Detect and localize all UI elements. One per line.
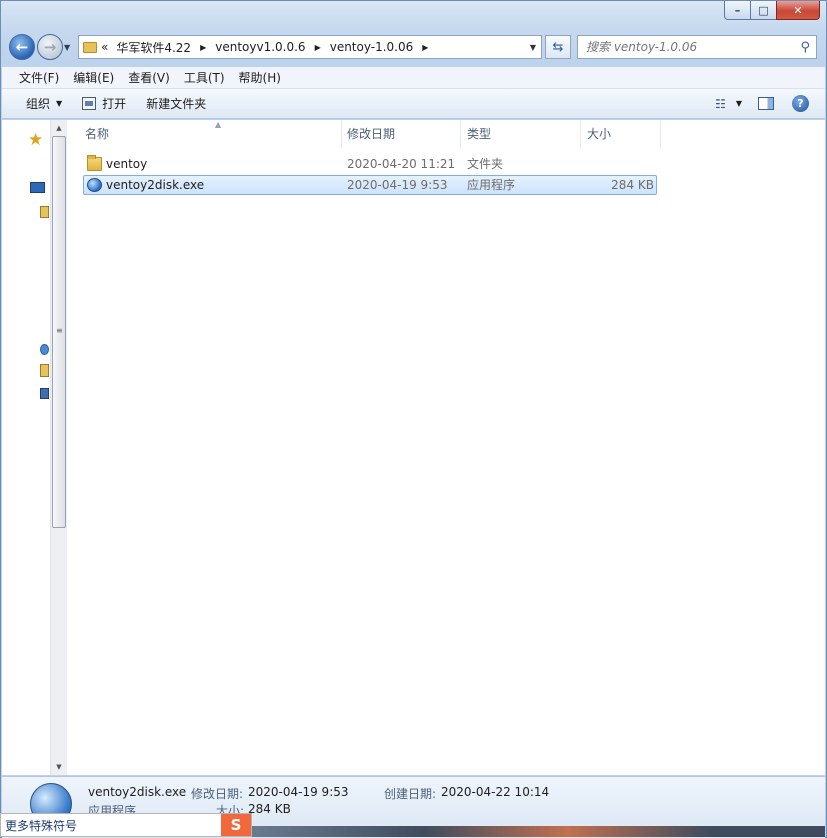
file-list-pane: ▲ 名称 修改日期 类型 大小 ventoy 2020-04-20 11:21 … [67,120,825,775]
library-icon[interactable] [40,206,49,218]
command-bar-right: ☷ ▼ ? [715,95,825,112]
navigation-row: ← → ▼ « 华军软件4.22 ▶ ventoyv1.0.0.6 ▶ vent… [9,31,818,63]
refresh-button[interactable]: ⇆ [545,35,571,59]
new-folder-button[interactable]: 新建文件夹 [138,95,218,112]
navigation-scrollbar[interactable]: ▲ ≡ ▼ [50,120,67,775]
scrollbar-thumb[interactable]: ≡ [52,136,66,528]
file-date: 2020-04-20 11:21 [347,157,456,171]
computer-icon[interactable] [40,388,49,399]
organize-button[interactable]: 组织 ▼ [18,95,74,112]
breadcrumb-item[interactable]: ventoyv1.0.0.6 [211,36,309,58]
maximize-button[interactable]: □ [750,1,776,20]
menu-view[interactable]: 查看(V) [121,69,177,86]
column-name-label: 名称 [85,127,110,141]
help-icon[interactable]: ? [792,95,809,112]
column-headers: ▲ 名称 修改日期 类型 大小 [67,120,825,148]
menu-edit[interactable]: 编辑(E) [66,69,121,86]
menu-file[interactable]: 文件(F) [12,69,66,86]
open-icon [82,97,97,110]
change-view-icon[interactable]: ☷ [715,97,726,111]
forward-button[interactable]: → [37,34,63,60]
desktop-icon[interactable] [30,182,45,193]
scroll-up-icon[interactable]: ▲ [51,120,67,136]
file-date: 2020-04-19 9:53 [347,178,448,192]
taskbar-strip [252,826,825,837]
details-size-value: 284 KB [248,802,291,816]
breadcrumb-overflow[interactable]: « [97,36,112,58]
favorites-star-icon[interactable]: ★ [28,130,43,150]
breadcrumb-separator-icon[interactable]: ▶ [195,43,211,52]
folder-icon [83,41,97,53]
details-created-value: 2020-04-22 10:14 [441,785,550,799]
sort-ascending-icon: ▲ [215,120,222,129]
column-date-label: 修改日期 [347,127,396,141]
column-type-label: 类型 [467,127,492,141]
column-size-label: 大小 [587,127,612,141]
navigation-pane: ★ ▲ ≡ ▼ [2,120,67,775]
details-file-name: ventoy2disk.exe [88,785,187,799]
breadcrumb-item[interactable]: ventoy-1.0.06 [326,36,418,58]
column-header-size[interactable]: 大小 [581,120,661,148]
details-modified-label: 修改日期: [191,787,244,801]
sogou-logo-icon[interactable]: S [221,814,251,836]
caption-buttons: – □ ✕ [724,1,820,21]
command-bar: 组织 ▼ 打开 新建文件夹 ☷ ▼ ? [2,89,825,119]
open-label: 打开 [102,97,127,111]
file-row-ventoy[interactable]: ventoy 2020-04-20 11:21 文件夹 [83,154,657,174]
application-icon [87,178,102,192]
breadcrumb-separator-icon[interactable]: ▶ [417,43,433,52]
breadcrumb-item[interactable]: 华军软件4.22 [112,36,195,58]
menu-help[interactable]: 帮助(H) [232,69,288,86]
file-name: ventoy2disk.exe [106,178,205,192]
back-button[interactable]: ← [9,34,35,60]
grip-icon: ≡ [56,326,63,335]
details-modified-value: 2020-04-19 9:53 [248,785,349,799]
view-options-dropdown-icon[interactable]: ▼ [736,99,742,108]
search-icon[interactable]: ⚲ [800,40,810,55]
ime-special-symbols-link[interactable]: 更多特殊符号 [1,817,77,834]
column-header-type[interactable]: 类型 [461,120,581,148]
close-button[interactable]: ✕ [776,1,820,20]
open-button[interactable]: 打开 [74,95,138,112]
menu-bar: 文件(F) 编辑(E) 查看(V) 工具(T) 帮助(H) [2,67,825,89]
preview-pane-icon[interactable] [758,97,774,110]
scroll-down-icon[interactable]: ▼ [51,759,67,775]
file-name: ventoy [106,157,148,171]
folder-icon[interactable] [40,364,49,377]
search-box[interactable]: ⚲ [577,35,817,59]
column-header-name[interactable]: ▲ 名称 [79,120,342,148]
minimize-button[interactable]: – [724,1,750,20]
address-dropdown-icon[interactable]: ▼ [525,43,541,52]
file-size: 284 KB [611,178,654,192]
address-bar[interactable]: « 华军软件4.22 ▶ ventoyv1.0.0.6 ▶ ventoy-1.0… [78,35,542,59]
new-folder-label: 新建文件夹 [146,97,207,111]
homegroup-icon[interactable] [40,344,49,355]
file-row-ventoy2disk[interactable]: ventoy2disk.exe 2020-04-19 9:53 应用程序 284… [83,175,657,195]
file-size [587,155,654,173]
file-type: 应用程序 [467,178,516,192]
chevron-down-icon: ▼ [56,99,63,108]
folder-icon [87,155,102,171]
menu-tools[interactable]: 工具(T) [177,69,232,86]
organize-label: 组织 [26,97,51,111]
search-input[interactable] [586,40,786,54]
explorer-window: – □ ✕ ← → ▼ « 华军软件4.22 ▶ ventoyv1.0.0.6 … [0,0,827,838]
column-header-date[interactable]: 修改日期 [341,120,461,148]
details-created-label: 创建日期: [384,787,437,801]
recent-pages-dropdown[interactable]: ▼ [64,43,74,52]
ime-candidate-bar: 更多特殊符号 S [0,813,252,837]
file-type: 文件夹 [467,157,504,171]
breadcrumb-separator-icon[interactable]: ▶ [310,43,326,52]
